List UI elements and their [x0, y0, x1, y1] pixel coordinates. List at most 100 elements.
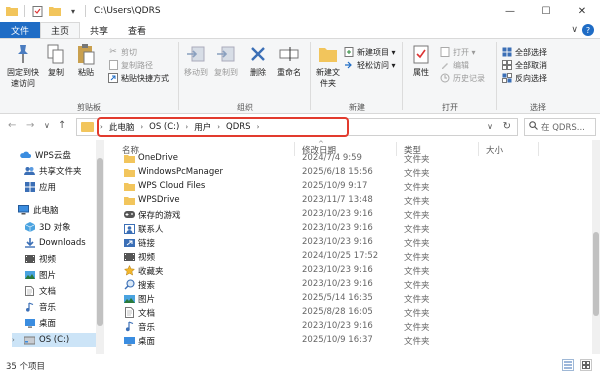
forward-button[interactable]: → [26, 120, 34, 131]
search-input[interactable]: 在 QDRS... [541, 121, 585, 133]
table-row[interactable]: WPSDrive 2023/11/7 13:48 文件夹 [108, 194, 592, 208]
properties-icon[interactable] [31, 5, 43, 17]
nav-label: 音乐 [39, 303, 57, 313]
table-row[interactable]: 搜索 2023/10/23 9:16 文件夹 [108, 278, 592, 292]
contacts-icon [124, 223, 135, 234]
file-list: ^ 名称 修改日期 类型 大小 OneDrive 2024/7/4 9:59 文… [108, 140, 592, 354]
search-box[interactable]: 在 QDRS... [524, 118, 596, 136]
nav-scrollbar[interactable] [96, 140, 104, 354]
recent-locations-button[interactable]: ∨ [44, 121, 50, 130]
details-view-button[interactable] [562, 359, 574, 371]
select-none-button[interactable]: 全部取消 [502, 59, 547, 71]
table-row[interactable]: 桌面 2025/10/9 16:37 文件夹 [108, 334, 592, 348]
copy-path-button[interactable]: 复制路径 [108, 59, 153, 71]
maximize-button[interactable]: ☐ [528, 0, 564, 22]
tab-home[interactable]: 主页 [40, 22, 81, 38]
file-type: 文件夹 [404, 169, 430, 179]
new-folder-icon[interactable] [49, 5, 61, 17]
file-list-scrollbar-thumb[interactable] [593, 232, 599, 316]
pin-to-quick-access-button[interactable]: 固定到快速访问 [4, 43, 42, 89]
file-name: 搜索 [138, 281, 156, 291]
delete-button[interactable]: 删除 [246, 43, 270, 78]
back-button[interactable]: ← [8, 120, 16, 131]
table-row[interactable]: 保存的游戏 2023/10/23 9:16 文件夹 [108, 208, 592, 222]
select-all-label: 全部选择 [515, 47, 547, 57]
cut-button[interactable]: ✂ 剪切 [108, 46, 137, 58]
tab-share[interactable]: 共享 [80, 22, 118, 38]
invert-selection-label: 反向选择 [515, 73, 547, 83]
nav-item-videos[interactable]: 视频 [24, 252, 56, 266]
title-bar: ▾ C:\Users\QDRS — ☐ ✕ [0, 0, 600, 22]
nav-item-this-pc[interactable]: 此电脑 [18, 203, 59, 217]
open-button[interactable]: 打开 ▾ [440, 46, 476, 58]
table-row[interactable]: 视频 2024/10/25 17:52 文件夹 [108, 250, 592, 264]
table-row[interactable]: WPS Cloud Files 2025/10/9 9:17 文件夹 [108, 180, 592, 194]
nav-scrollbar-thumb[interactable] [97, 158, 103, 326]
table-row[interactable]: OneDrive 2024/7/4 9:59 文件夹 [108, 152, 592, 166]
move-to-button[interactable]: 移动到 [182, 43, 210, 78]
large-icons-view-button[interactable] [580, 359, 592, 371]
navigation-pane: WPS云盘 共享文件夹 应用 此电脑 3D 对象 Downloads 视频 图片… [0, 140, 104, 354]
table-row[interactable]: 图片 2025/5/14 16:35 文件夹 [108, 292, 592, 306]
refresh-button[interactable]: ↻ [503, 121, 511, 132]
file-type: 文件夹 [404, 295, 430, 305]
nav-item-downloads[interactable]: Downloads [24, 236, 86, 250]
nav-item-desktop[interactable]: 桌面 [24, 316, 56, 330]
new-folder-icon [317, 43, 339, 65]
new-folder-label: 新建文件夹 [316, 68, 340, 88]
file-date: 2024/7/4 9:59 [302, 153, 362, 163]
copy-to-button[interactable]: 复制到 [212, 43, 240, 78]
new-folder-button[interactable]: 新建文件夹 [314, 43, 342, 89]
select-group-label: 选择 [530, 103, 546, 112]
table-row[interactable]: 联系人 2023/10/23 9:16 文件夹 [108, 222, 592, 236]
close-button[interactable]: ✕ [564, 0, 600, 22]
tab-file[interactable]: 文件 [0, 22, 41, 38]
table-row[interactable]: 文档 2025/8/28 16:05 文件夹 [108, 306, 592, 320]
select-all-button[interactable]: 全部选择 [502, 46, 547, 58]
easy-access-button[interactable]: 轻松访问 ▾ [344, 59, 396, 71]
table-row[interactable]: WindowsPcManager 2025/6/18 15:56 文件夹 [108, 166, 592, 180]
table-row[interactable]: 音乐 2023/10/23 9:16 文件夹 [108, 320, 592, 334]
move-to-label: 移动到 [184, 68, 208, 77]
up-button[interactable]: ↑ [58, 120, 66, 131]
nav-item-wps-cloud[interactable]: WPS云盘 [20, 148, 71, 162]
copy-icon [45, 43, 67, 65]
minimize-button[interactable]: — [492, 0, 528, 22]
file-name: 联系人 [138, 225, 164, 235]
table-row[interactable]: 链接 2023/10/23 9:16 文件夹 [108, 236, 592, 250]
invert-selection-button[interactable]: 反向选择 [502, 72, 547, 84]
customize-quick-access-icon[interactable]: ▾ [67, 5, 79, 17]
edit-label: 编辑 [453, 60, 469, 70]
select-none-label: 全部取消 [515, 60, 547, 70]
nav-label: 桌面 [39, 319, 57, 329]
paste-shortcut-button[interactable]: 粘贴快捷方式 [108, 72, 169, 84]
address-dropdown-button[interactable]: ∨ [487, 122, 493, 131]
nav-label: 3D 对象 [39, 223, 71, 233]
copy-button[interactable]: 复制 [44, 43, 68, 78]
file-type: 文件夹 [404, 253, 430, 263]
nav-item-documents[interactable]: 文档 [24, 284, 56, 298]
divider [85, 5, 86, 17]
nav-item-3d-objects[interactable]: 3D 对象 [24, 220, 71, 234]
help-icon[interactable]: ? [582, 24, 594, 36]
nav-item-music[interactable]: 音乐 [24, 300, 56, 314]
nav-item-apps[interactable]: 应用 [24, 180, 56, 194]
history-button[interactable]: 历史记录 [440, 72, 485, 84]
properties-icon [410, 43, 432, 65]
expand-chevron-icon[interactable]: › [12, 336, 15, 344]
nav-item-pictures[interactable]: 图片 [24, 268, 56, 282]
tab-view[interactable]: 查看 [118, 22, 156, 38]
paste-button[interactable]: 粘贴 [74, 43, 98, 78]
nav-item-os-c[interactable]: OS (C:) [12, 333, 98, 347]
rename-button[interactable]: 重命名 [274, 43, 304, 78]
new-item-button[interactable]: 新建项目 ▾ [344, 46, 396, 58]
table-row[interactable]: 收藏夹 2023/10/23 9:16 文件夹 [108, 264, 592, 278]
file-type: 文件夹 [404, 183, 430, 193]
properties-button[interactable]: 属性 [408, 43, 434, 78]
ribbon-expand-button[interactable]: ∨ [571, 25, 578, 35]
edit-button[interactable]: 编辑 [440, 59, 469, 71]
address-bar[interactable]: › 此电脑 › OS (C:) › 用户 › QDRS › ∨ ↻ [76, 117, 518, 137]
easy-access-icon [344, 60, 354, 70]
nav-item-shared-folder[interactable]: 共享文件夹 [24, 164, 82, 178]
file-list-scrollbar[interactable] [592, 140, 600, 354]
